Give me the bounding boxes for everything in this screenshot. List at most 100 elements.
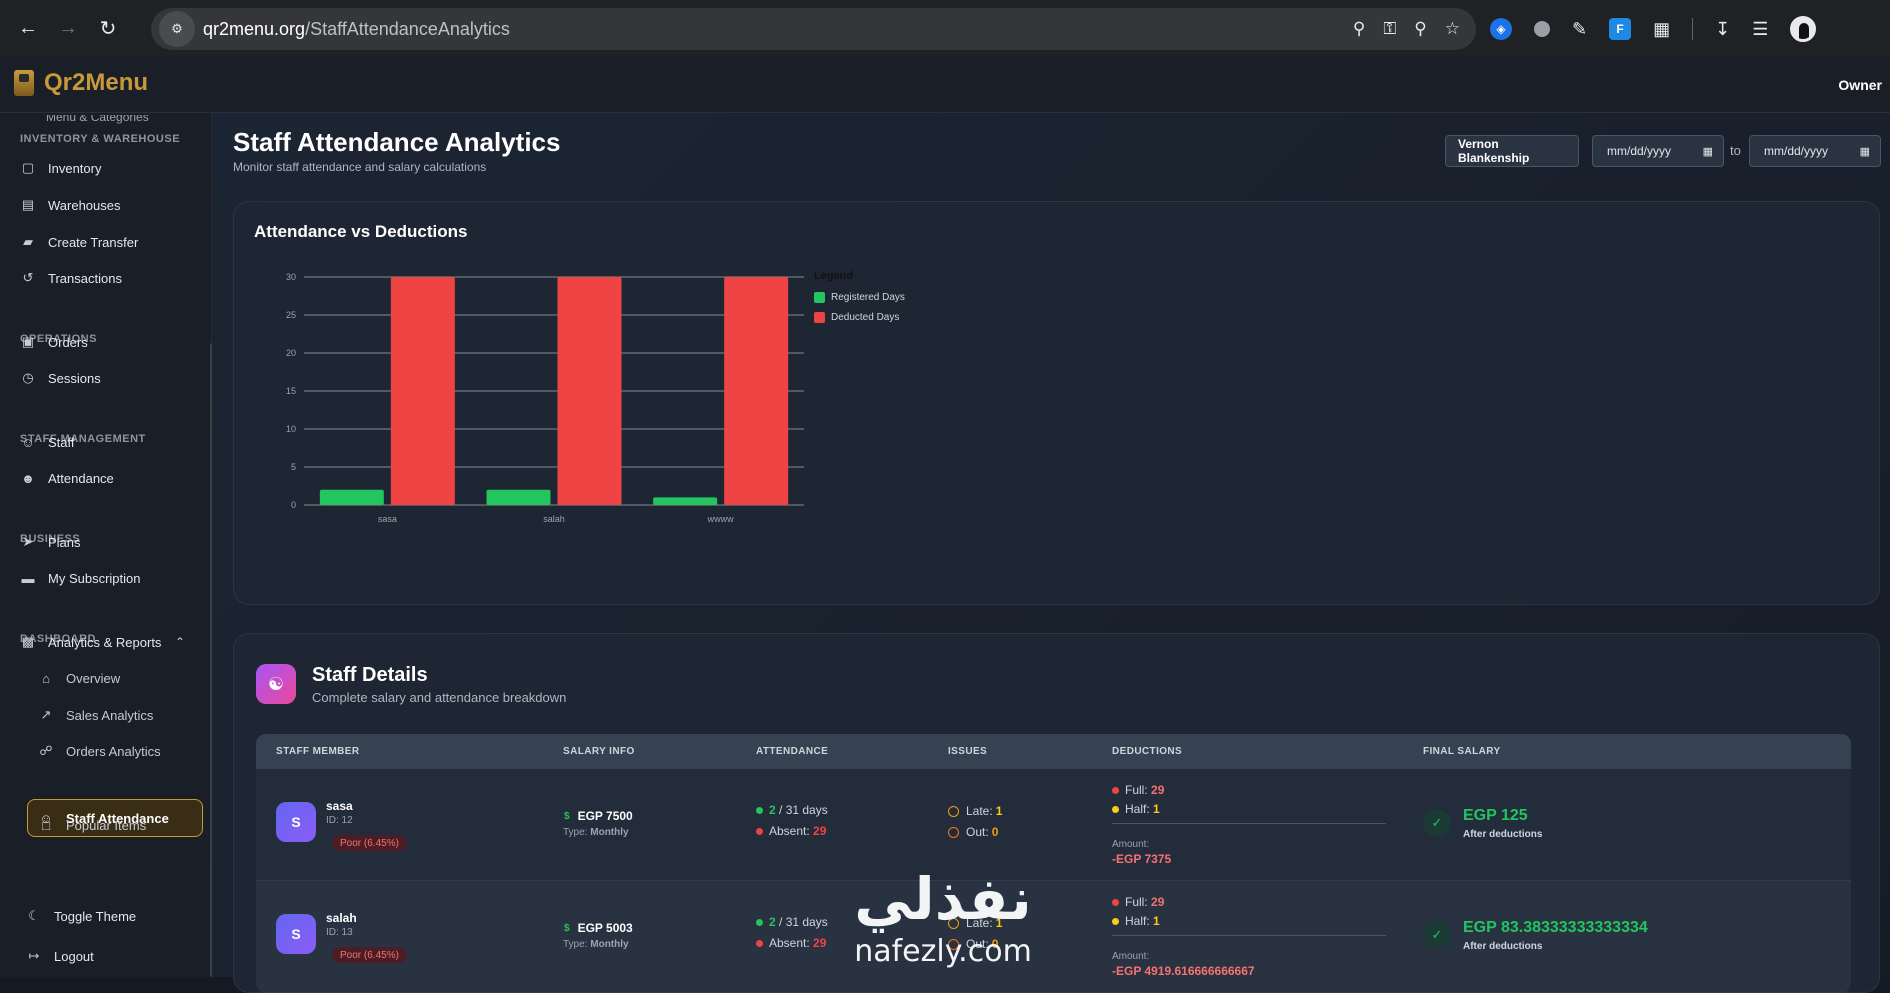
url-text[interactable]: qr2menu.org/StaffAttendanceAnalytics — [203, 19, 510, 40]
fl-extension-icon[interactable]: F — [1609, 18, 1632, 40]
sidebar-subitem-orders-analytics[interactable]: ☍ Orders Analytics — [38, 736, 203, 766]
chart-title: Attendance vs Deductions — [254, 222, 468, 241]
legend-label: Deducted Days — [831, 312, 900, 323]
address-bar[interactable]: ⚙ qr2menu.org/StaffAttendanceAnalytics ⚲… — [151, 8, 1476, 50]
calendar-icon[interactable]: ▦ — [1703, 145, 1713, 158]
bar-registered-days-salah[interactable] — [486, 489, 551, 505]
bag-icon: ▣ — [21, 334, 35, 349]
column-header[interactable]: SALARY INFO — [563, 746, 635, 757]
table-row[interactable]: S sasa ID: 12 Poor (6.45%) $ EGP 7500 Typ… — [256, 769, 1851, 881]
legend-item-deducted[interactable]: Deducted Days — [814, 312, 899, 323]
deduction-half: Half: 1 — [1112, 802, 1160, 816]
sidebar-item-warehouses[interactable]: ▤ Warehouses — [20, 190, 205, 220]
grey-extension-icon[interactable] — [1534, 21, 1550, 37]
calendar-icon[interactable]: ▦ — [1860, 145, 1870, 158]
column-header[interactable]: ISSUES — [948, 746, 987, 757]
y-tick-label: 5 — [291, 462, 296, 472]
sidebar-item-label: Warehouses — [48, 197, 121, 213]
bar-registered-days-sasa[interactable] — [319, 489, 384, 505]
final-salary-caption: After deductions — [1463, 941, 1543, 952]
check-circle-icon: ✓ — [1423, 921, 1451, 949]
download-icon[interactable]: ↧ — [1715, 19, 1730, 40]
divider — [1112, 823, 1386, 824]
column-header[interactable]: ATTENDANCE — [756, 746, 828, 757]
location-icon[interactable]: ⚲ — [1353, 19, 1365, 39]
tampermonkey-icon[interactable]: ◈ — [1490, 18, 1512, 40]
brand[interactable]: Qr2Menu — [14, 69, 148, 97]
sidebar-subitem-popular-items[interactable]: □ Popular Items — [38, 810, 203, 840]
sidebar-item-attendance[interactable]: ☻ Attendance — [20, 463, 205, 493]
site-info-icon[interactable]: ⚙ — [159, 11, 195, 47]
sidebar-item-plans[interactable]: ➤ Plans — [20, 527, 205, 557]
reload-icon[interactable]: ↻ — [88, 9, 128, 49]
sidebar-item-analytics-reports[interactable]: ▩ Analytics & Reports ⌃ — [20, 627, 205, 657]
main-content: Staff Attendance Analytics Monitor staff… — [212, 113, 1890, 993]
x-tick-label: salah — [543, 514, 565, 524]
bar-deducted-days-wwww[interactable] — [724, 277, 789, 505]
column-header[interactable]: FINAL SALARY — [1423, 746, 1501, 757]
bar-chart-icon: ▩ — [21, 634, 35, 649]
sidebar-item-label: Attendance — [48, 470, 114, 486]
issue-late: Late: 1 — [948, 916, 1002, 930]
chevron-up-icon[interactable]: ⌃ — [175, 635, 185, 649]
sidebar-item-create-transfer[interactable]: ▰ Create Transfer — [20, 227, 205, 257]
y-tick-label: 0 — [291, 500, 296, 510]
column-header[interactable]: DEDUCTIONS — [1112, 746, 1182, 757]
sidebar-item-inventory[interactable]: ▢ Inventory — [20, 153, 205, 183]
sidebar-item-orders[interactable]: ▣ Orders — [20, 327, 205, 357]
moon-icon: ☾ — [28, 908, 40, 923]
staff-id: ID: 13 — [326, 927, 353, 938]
red-dot-icon — [1112, 787, 1119, 795]
avatar: S — [276, 914, 316, 954]
toolbar-divider — [1692, 18, 1694, 40]
column-header[interactable]: STAFF MEMBER — [276, 746, 360, 757]
sidebar-item-label: Popular Items — [66, 817, 147, 833]
credit-card-icon: ▬ — [21, 570, 35, 586]
sidebar-item-label: Logout — [54, 948, 94, 964]
toggle-theme-button[interactable]: ☾ Toggle Theme — [26, 901, 211, 931]
user-role[interactable]: Owner — [1838, 77, 1882, 93]
legend-item-registered[interactable]: Registered Days — [814, 292, 905, 303]
profile-avatar[interactable] — [1790, 16, 1817, 42]
sidebar-item-sessions[interactable]: ◷ Sessions — [20, 363, 205, 393]
logout-icon: ↦ — [28, 948, 40, 963]
staff-name: sasa — [326, 799, 353, 813]
date-to-placeholder: mm/dd/yyyy — [1764, 144, 1829, 158]
rocket-icon: ➤ — [22, 534, 34, 549]
table-row[interactable]: S salah ID: 13 Poor (6.45%) $ EGP 5003 Ty… — [256, 881, 1851, 993]
sidebar-item-label: Analytics & Reports — [48, 634, 162, 650]
deduction-full: Full: 29 — [1112, 895, 1164, 909]
eyedropper-icon[interactable]: ✎ — [1572, 19, 1587, 40]
green-dot-icon — [756, 919, 763, 927]
staff-details-subtitle: Complete salary and attendance breakdown — [312, 690, 567, 705]
legend-swatch — [814, 292, 825, 303]
date-from-input[interactable]: mm/dd/yyyy ▦ — [1592, 135, 1724, 167]
trend-icon: ↗ — [40, 707, 52, 722]
sidebar-item-label: Orders — [48, 334, 88, 350]
back-icon[interactable]: ← — [8, 9, 48, 49]
bar-registered-days-wwww[interactable] — [653, 497, 718, 505]
forward-icon[interactable]: → — [48, 9, 88, 49]
puzzle-icon[interactable]: ▦ — [1653, 19, 1670, 40]
logout-button[interactable]: ↦ Logout — [26, 941, 211, 971]
status-badge: Poor (6.45%) — [332, 947, 407, 963]
staff-table: STAFF MEMBER SALARY INFO ATTENDANCE ISSU… — [256, 734, 1851, 993]
sidebar-item-label: Orders Analytics — [66, 743, 161, 759]
sidebar-item-transactions[interactable]: ↺ Transactions — [20, 263, 205, 293]
sidebar-subitem-overview[interactable]: ⌂ Overview — [38, 663, 203, 693]
sidebar: Menu & Categories INVENTORY & WAREHOUSE … — [0, 113, 214, 977]
bar-deducted-days-sasa[interactable] — [390, 277, 455, 505]
sidebar-item-my-subscription[interactable]: ▬ My Subscription — [20, 563, 205, 593]
sidebar-item-staff[interactable]: ☺ Staff — [20, 427, 205, 457]
media-queue-icon[interactable]: ☰ — [1752, 19, 1768, 40]
star-icon[interactable]: ☆ — [1445, 19, 1460, 39]
staff-filter-select[interactable]: Vernon Blankenship — [1445, 135, 1579, 167]
sidebar-item-menu-categories[interactable]: Menu & Categories — [46, 115, 149, 125]
table-header: STAFF MEMBER SALARY INFO ATTENDANCE ISSU… — [256, 734, 1851, 769]
zoom-icon[interactable]: ⚲ — [1414, 19, 1426, 39]
salary-amount: $ EGP 5003 — [564, 921, 633, 935]
bar-deducted-days-salah[interactable] — [557, 277, 622, 505]
sidebar-subitem-sales-analytics[interactable]: ↗ Sales Analytics — [38, 700, 203, 730]
date-to-input[interactable]: mm/dd/yyyy ▦ — [1749, 135, 1881, 167]
key-icon[interactable]: ⚿ — [1383, 19, 1396, 39]
